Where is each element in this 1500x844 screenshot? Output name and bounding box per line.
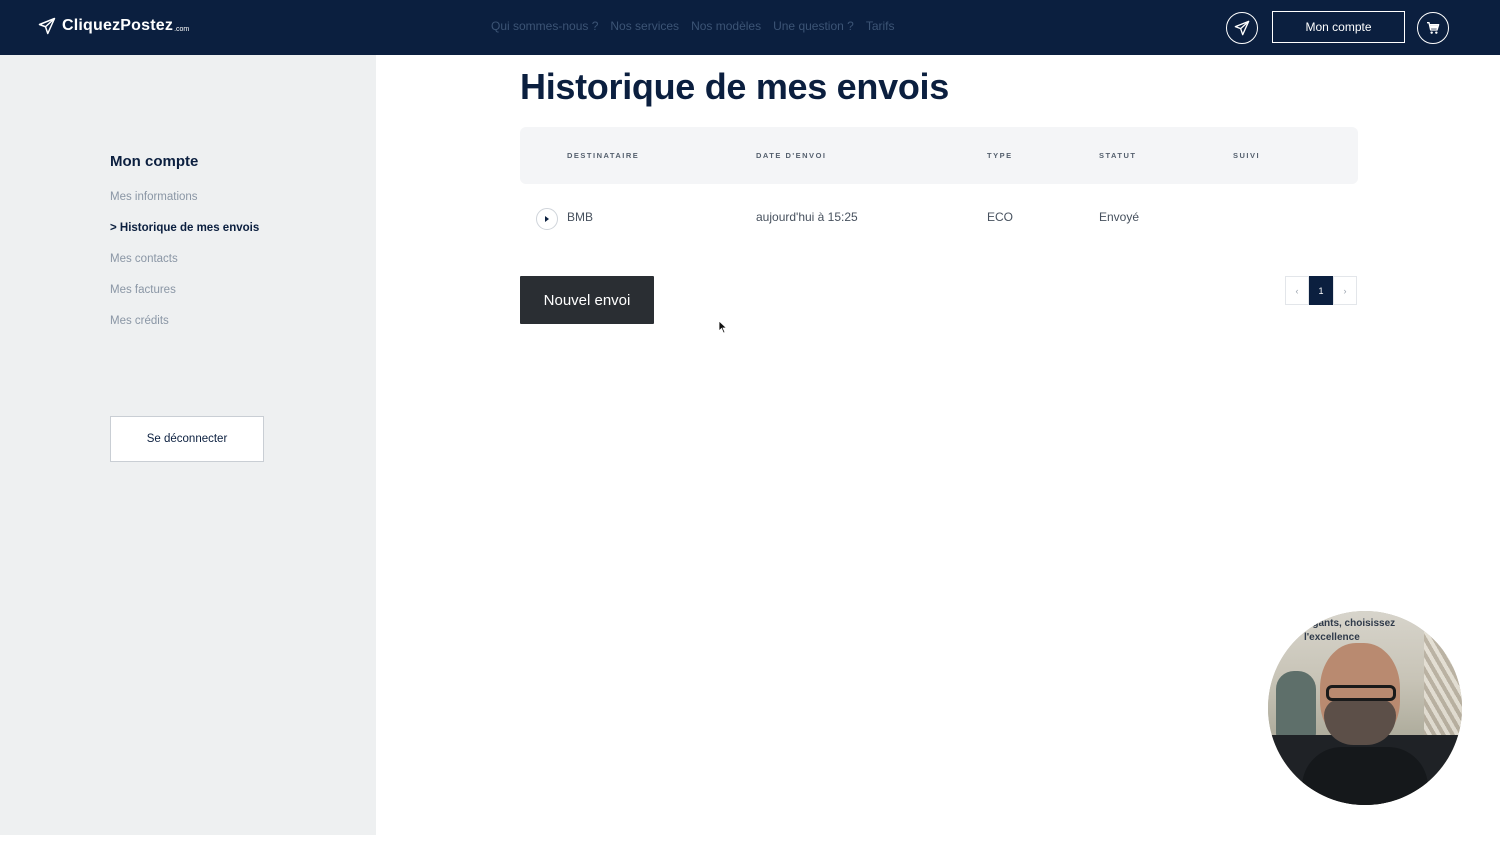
sidebar-item-contacts[interactable]: Mes contacts: [110, 251, 259, 282]
account-button[interactable]: Mon compte: [1272, 11, 1405, 43]
chevron-right-icon: [545, 216, 549, 222]
logo-suffix: .com: [174, 25, 190, 33]
sidebar-item-historique[interactable]: > Historique de mes envois: [110, 220, 259, 251]
main-nav: Qui sommes-nous ? Nos services Nos modèl…: [491, 19, 895, 33]
paper-plane-icon: [1234, 20, 1250, 36]
table-header: DESTINATAIRE DATE D'ENVOI TYPE STATUT SU…: [520, 127, 1358, 184]
nav-link-nos-services[interactable]: Nos services: [610, 19, 679, 33]
pagination: ‹ 1 ›: [1285, 276, 1357, 305]
sidebar-item-factures[interactable]: Mes factures: [110, 282, 259, 313]
cell-type: ECO: [987, 210, 1014, 224]
page-title: Historique de mes envois: [520, 66, 949, 107]
nav-link-nos-modeles[interactable]: Nos modèles: [691, 19, 761, 33]
nav-link-tarifs[interactable]: Tarifs: [866, 19, 895, 33]
table-row: BMB aujourd'hui à 15:25 ECO Envoyé: [520, 200, 1358, 238]
send-button[interactable]: [1226, 12, 1258, 44]
paper-plane-icon: [38, 17, 56, 35]
column-header-date: DATE D'ENVOI: [756, 151, 827, 160]
column-header-statut: STATUT: [1099, 151, 1137, 160]
pagination-page-1[interactable]: 1: [1309, 276, 1333, 305]
sidebar-item-credits[interactable]: Mes crédits: [110, 313, 259, 344]
nav-link-une-question[interactable]: Une question ?: [773, 19, 854, 33]
cart-button[interactable]: [1417, 12, 1449, 44]
mouse-cursor-icon: [718, 320, 728, 334]
column-header-type: TYPE: [987, 151, 1013, 160]
new-shipment-button[interactable]: Nouvel envoi: [520, 276, 654, 324]
column-header-destinataire: DESTINATAIRE: [567, 151, 640, 160]
webcam-overlay: ...gants, choisissez l'excellence: [1268, 611, 1462, 805]
sidebar-title: Mon compte: [110, 153, 199, 170]
logo[interactable]: CliquezPostez .com: [38, 17, 189, 35]
top-navbar: CliquezPostez .com Qui sommes-nous ? Nos…: [0, 0, 1500, 55]
logout-button[interactable]: Se déconnecter: [110, 416, 264, 462]
sidebar-menu: Mes informations > Historique de mes env…: [110, 189, 259, 344]
logo-text: CliquezPostez: [62, 17, 174, 34]
cell-statut: Envoyé: [1099, 210, 1140, 224]
nav-link-qui-sommes-nous[interactable]: Qui sommes-nous ?: [491, 19, 598, 33]
cart-icon: [1427, 22, 1440, 34]
cell-destinataire: BMB: [567, 210, 594, 224]
column-header-suivi: SUIVI: [1233, 151, 1261, 160]
webcam-background-text: ...gants, choisissez l'excellence: [1304, 618, 1396, 643]
cell-date: aujourd'hui à 15:25: [756, 210, 858, 224]
sidebar-item-informations[interactable]: Mes informations: [110, 189, 259, 220]
pagination-next-button[interactable]: ›: [1333, 276, 1357, 305]
account-sidebar: Mon compte Mes informations > Historique…: [0, 55, 376, 835]
pagination-prev-button[interactable]: ‹: [1285, 276, 1309, 305]
expand-row-button[interactable]: [536, 208, 558, 230]
